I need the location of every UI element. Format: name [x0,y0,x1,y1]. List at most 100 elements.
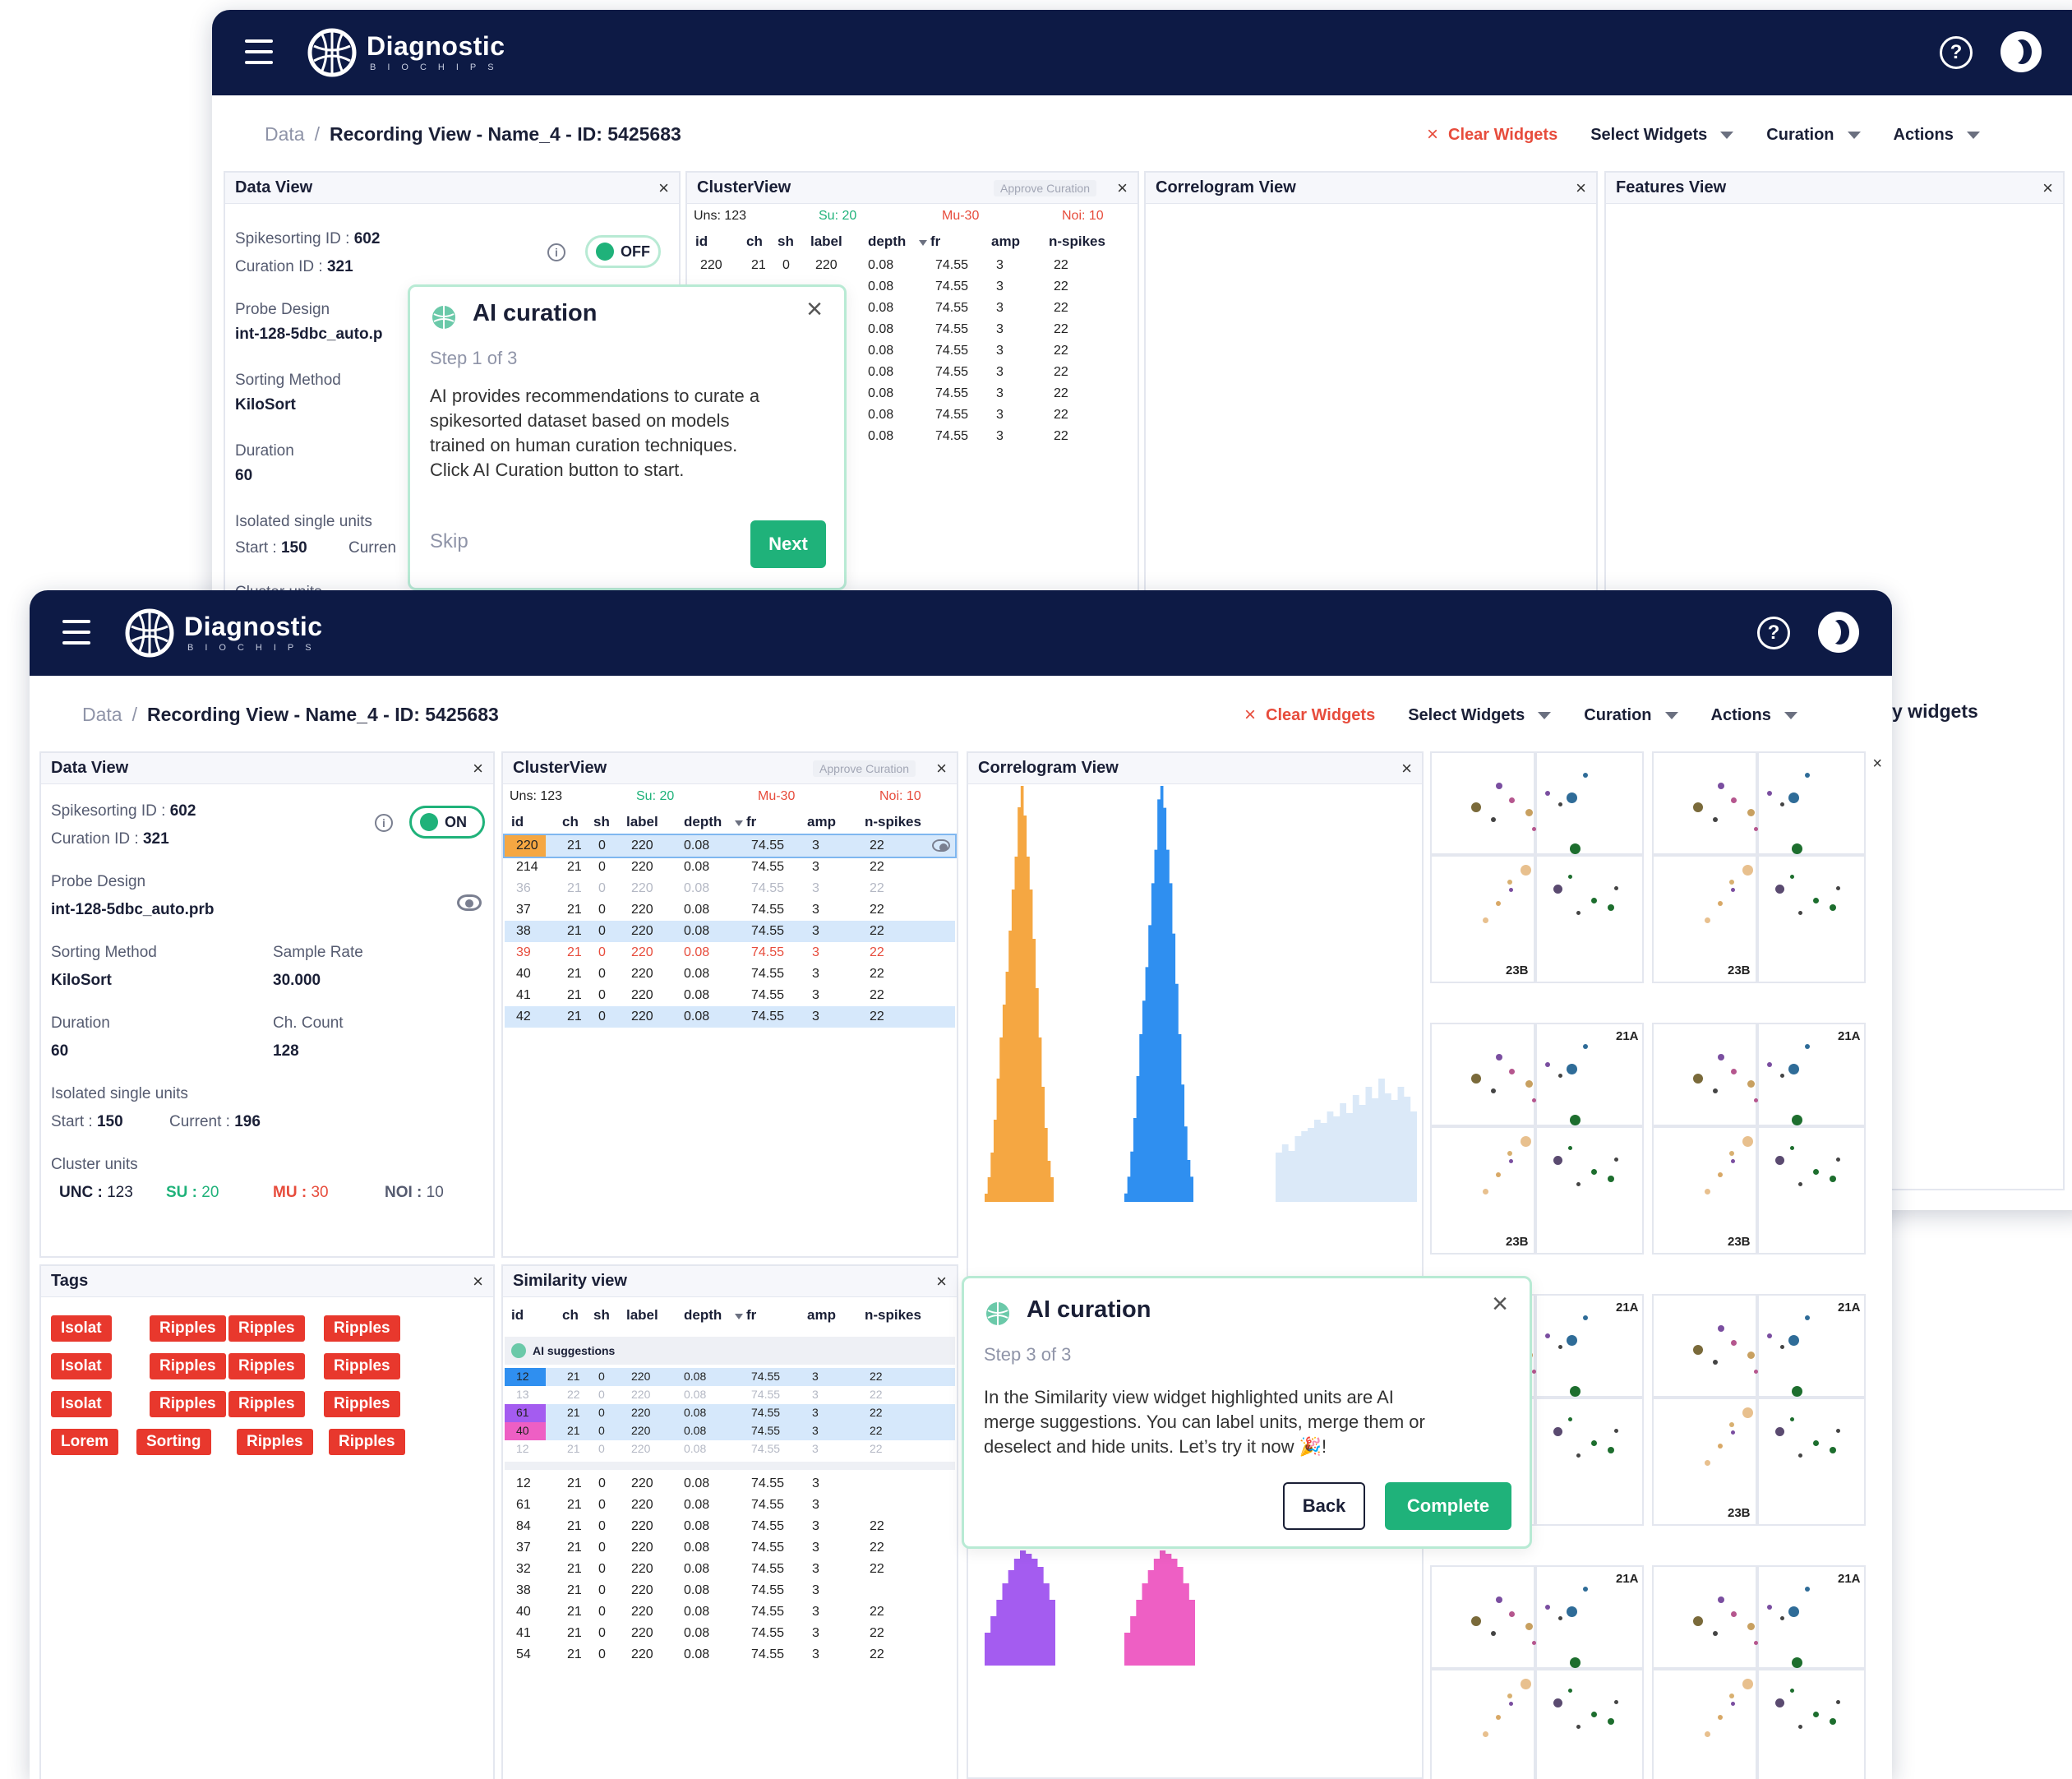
complete-button[interactable]: Complete [1385,1482,1511,1530]
table-row[interactable]: 39 21 0 220 0.08 74.55 3 22 [505,942,955,963]
sort-down-icon[interactable] [735,1314,743,1319]
close-panel-icon[interactable]: × [2042,178,2053,199]
menu-icon[interactable] [62,620,90,645]
column-header-id[interactable]: id [511,1307,524,1324]
tag-chip[interactable]: Sorting [136,1429,211,1455]
close-icon[interactable]: × [806,293,823,326]
tag-chip[interactable]: Ripples [324,1315,400,1342]
close-panel-icon[interactable]: × [658,178,669,199]
clear-widgets-button[interactable]: × Clear Widgets [1244,704,1375,727]
tag-chip[interactable]: Isolat [51,1391,112,1417]
column-header-label[interactable]: label [810,233,842,250]
table-row[interactable]: 41 21 0 220 0.08 74.55 3 22 [505,1623,955,1644]
table-row[interactable]: 214 21 0 220 0.08 74.55 3 22 [505,857,955,878]
column-header-depth[interactable]: depth [684,814,722,830]
table-row[interactable]: 37 21 0 220 0.08 74.55 3 22 [505,899,955,921]
select-widgets-dropdown[interactable]: Select Widgets [1408,704,1552,727]
table-row[interactable]: 38 21 0 220 0.08 74.55 3 22 [505,921,955,942]
table-row[interactable]: 32 21 0 220 0.08 74.55 3 22 [505,1559,955,1580]
column-header-amp[interactable]: amp [807,1307,836,1324]
ai-curation-toggle[interactable]: ON [409,806,485,839]
table-row[interactable]: 220 21 0 220 0.08 74.55 3 22 [503,834,957,858]
table-row[interactable]: 36 21 0 220 0.08 74.55 3 22 [505,878,955,899]
actions-dropdown[interactable]: Actions [1894,123,1980,146]
clear-widgets-button[interactable]: × Clear Widgets [1427,123,1557,146]
skip-button[interactable]: Skip [430,530,468,553]
tag-chip[interactable]: Ripples [150,1391,226,1417]
close-panel-icon[interactable]: × [473,1271,483,1292]
table-row[interactable]: 84 21 0 220 0.08 74.55 3 22 [505,1516,955,1537]
column-header-amp[interactable]: amp [991,233,1020,250]
column-header-ch[interactable]: ch [562,1307,579,1324]
column-header-fr[interactable]: fr [930,233,940,250]
approve-curation-button[interactable]: Approve Curation [813,760,916,777]
column-header-label[interactable]: label [626,814,658,830]
column-header-n-spikes[interactable]: n-spikes [865,1307,921,1324]
close-panel-icon[interactable]: × [473,758,483,779]
tag-chip[interactable]: Ripples [228,1315,305,1342]
help-icon[interactable]: ? [1757,617,1790,649]
eye-icon[interactable] [932,839,950,852]
approve-curation-button[interactable]: Approve Curation [994,180,1096,196]
table-row[interactable]: 40 21 0 220 0.08 74.55 3 22 [505,1422,955,1440]
tag-chip[interactable]: Ripples [324,1391,400,1417]
table-row[interactable]: 41 21 0 220 0.08 74.55 3 22 [505,985,955,1006]
close-panel-icon[interactable]: × [1576,178,1586,199]
column-header-id[interactable]: id [695,233,708,250]
close-panel-icon[interactable]: × [1872,755,1882,774]
help-icon[interactable]: ? [1940,36,1973,69]
curation-dropdown[interactable]: Curation [1766,123,1861,146]
column-header-ch[interactable]: ch [746,233,763,250]
table-row[interactable]: 13 22 0 220 0.08 74.55 3 22 [505,1386,955,1404]
close-panel-icon[interactable]: × [1401,758,1412,779]
tag-chip[interactable]: Lorem [51,1429,119,1455]
tag-chip[interactable]: Ripples [324,1353,400,1379]
tag-chip[interactable]: Isolat [51,1315,112,1342]
breadcrumb-data-link[interactable]: Data [265,123,305,145]
column-header-ch[interactable]: ch [562,814,579,830]
table-row[interactable]: 42 21 0 220 0.08 74.55 3 22 [505,1006,955,1028]
column-header-amp[interactable]: amp [807,814,836,830]
table-row[interactable]: 12 21 0 220 0.08 74.55 3 22 [505,1440,955,1458]
menu-icon[interactable] [245,39,273,64]
info-icon[interactable]: i [375,814,393,832]
table-row[interactable]: 40 21 0 220 0.08 74.55 3 22 [505,963,955,985]
ai-curation-toggle[interactable]: OFF [585,235,661,268]
column-header-depth[interactable]: depth [684,1307,722,1324]
close-icon[interactable]: × [1492,1288,1508,1320]
next-button[interactable]: Next [750,520,826,568]
theme-toggle-icon[interactable] [2000,31,2042,72]
column-header-id[interactable]: id [511,814,524,830]
close-panel-icon[interactable]: × [936,758,947,779]
column-header-label[interactable]: label [626,1307,658,1324]
select-widgets-dropdown[interactable]: Select Widgets [1590,123,1734,146]
curation-dropdown[interactable]: Curation [1584,704,1678,727]
back-button[interactable]: Back [1283,1482,1365,1530]
table-row[interactable]: 61 21 0 220 0.08 74.55 3 22 [505,1404,955,1422]
column-header-n-spikes[interactable]: n-spikes [865,814,921,830]
tag-chip[interactable]: Isolat [51,1353,112,1379]
table-row[interactable]: 12 21 0 220 0.08 74.55 3 22 [505,1368,955,1386]
table-row[interactable]: 54 21 0 220 0.08 74.55 3 22 [505,1644,955,1666]
table-row[interactable]: 38 21 0 220 0.08 74.55 3 [505,1580,955,1601]
sort-down-icon[interactable] [919,240,927,246]
column-header-fr[interactable]: fr [746,814,756,830]
column-header-fr[interactable]: fr [746,1307,756,1324]
table-row[interactable]: 12 21 0 220 0.08 74.55 3 [505,1473,955,1495]
close-panel-icon[interactable]: × [1117,178,1128,199]
table-row[interactable]: 61 21 0 220 0.08 74.55 3 [505,1495,955,1516]
tag-chip[interactable]: Ripples [228,1353,305,1379]
tag-chip[interactable]: Ripples [329,1429,405,1455]
tag-chip[interactable]: Ripples [228,1391,305,1417]
column-header-sh[interactable]: sh [593,814,610,830]
column-header-depth[interactable]: depth [868,233,906,250]
theme-toggle-icon[interactable] [1818,612,1859,653]
column-header-sh[interactable]: sh [593,1307,610,1324]
tag-chip[interactable]: Ripples [237,1429,313,1455]
actions-dropdown[interactable]: Actions [1711,704,1797,727]
sort-down-icon[interactable] [735,820,743,826]
eye-icon[interactable] [457,894,482,911]
close-panel-icon[interactable]: × [936,1271,947,1292]
column-header-sh[interactable]: sh [778,233,794,250]
info-icon[interactable]: i [547,243,565,261]
